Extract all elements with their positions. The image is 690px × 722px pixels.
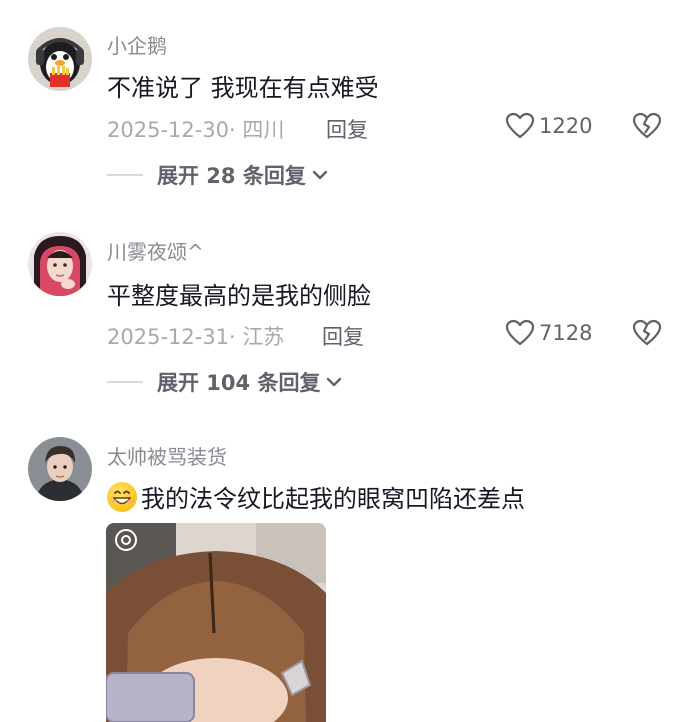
expand-replies-label: 展开 104 条回复 [157,371,321,395]
comment-image[interactable] [106,523,326,722]
like-button[interactable]: 1220 [505,112,592,140]
comment-text: 不准说了 我现在有点难受 [107,74,379,102]
dislike-button[interactable] [632,112,662,144]
broken-heart-icon [632,112,662,139]
expand-replies-button[interactable]: 展开 104 条回复 [107,367,344,397]
grin-emoji-icon [107,482,137,512]
expand-replies-button[interactable]: 展开 28 条回复 [107,160,330,190]
avatar[interactable] [28,27,92,91]
comment-meta: 2025-12-30· 四川 [107,118,285,142]
like-button[interactable]: 7128 [505,319,592,347]
chevron-down-icon [327,377,342,387]
divider [107,381,143,383]
heart-outline-icon [505,319,535,346]
comment-username[interactable]: 太帅被骂装货 [107,441,227,470]
avatar[interactable] [28,437,92,501]
dislike-button[interactable] [632,319,662,351]
broken-heart-icon [632,319,662,346]
expand-replies-label: 展开 28 条回复 [157,164,306,188]
like-count: 7128 [539,321,593,345]
avatar[interactable] [28,232,92,296]
divider [107,174,143,176]
like-count: 1220 [539,114,593,138]
comment-username[interactable]: 小企鹅 [107,30,167,59]
reply-button[interactable]: 回复 [326,114,368,144]
comment-text: 平整度最高的是我的侧脸 [107,282,371,310]
chevron-down-icon [312,170,328,180]
comment-text: 我的法令纹比起我的眼窝凹陷还差点 [141,485,525,513]
comment-meta: 2025-12-31· 江苏 [107,325,285,349]
comment-username[interactable]: 川雾夜颂^ [107,236,204,265]
heart-outline-icon [505,112,535,139]
reply-button[interactable]: 回复 [322,321,364,351]
comment-text-row: 我的法令纹比起我的眼窝凹陷还差点 [107,479,525,514]
